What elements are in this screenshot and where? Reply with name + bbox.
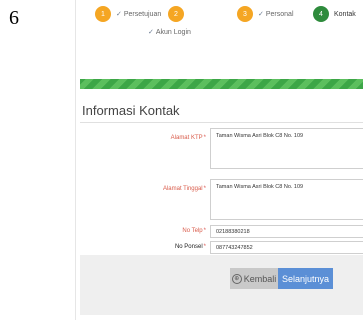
- check-icon: ✓: [116, 11, 122, 18]
- alamat-ktp-label: Alamat KTP*: [170, 135, 206, 141]
- check-icon: ✓: [148, 29, 154, 36]
- progress-bar: [80, 79, 363, 89]
- step-number-1: 1: [95, 6, 111, 22]
- page-number: 6: [9, 7, 19, 29]
- back-button-label: Kembali: [243, 273, 277, 284]
- step-label-akun-login: Akun Login: [155, 29, 191, 36]
- no-ponsel-label: No Ponsel*: [174, 244, 206, 250]
- registration-panel: 1 ✓ Persetujuan 2 ✓ Akun Login 3 ✓ Personal…: [75, 0, 363, 320]
- alamat-tinggal-label: Alamat Tinggal*: [162, 186, 206, 192]
- section-title: Informasi Kontak: [82, 103, 180, 118]
- form-footer: ⊕ Kembali Selanjutnya: [80, 255, 363, 315]
- step-label-persetujuan: Persetujuan: [123, 11, 162, 18]
- wizard-step-personal[interactable]: 3 ✓ Personal: [237, 6, 294, 22]
- wizard-steps: 1 ✓ Persetujuan 2 ✓ Akun Login 3 ✓ Personal…: [76, 0, 363, 44]
- no-telp-field[interactable]: 02188380218: [210, 225, 363, 238]
- no-telp-label: No Telp*: [182, 228, 206, 234]
- check-icon: ✓: [258, 11, 264, 18]
- step-number-4: 4: [313, 6, 329, 22]
- alamat-ktp-field[interactable]: Taman Wisma Asri Blok C8 No. 109: [210, 128, 363, 169]
- step-label-kontak: Kontak: [334, 10, 356, 18]
- back-icon: ⊕: [231, 273, 242, 284]
- alamat-tinggal-field[interactable]: Taman Wisma Asri Blok C8 No. 109: [210, 179, 363, 220]
- step-label-personal: Personal: [265, 11, 294, 18]
- no-ponsel-field[interactable]: 087743247852: [210, 241, 363, 254]
- step-number-3: 3: [237, 6, 253, 22]
- back-button[interactable]: ⊕ Kembali: [230, 268, 278, 289]
- next-button[interactable]: Selanjutnya: [278, 268, 333, 289]
- step-label-akun-login-wrap: ✓ Akun Login: [148, 28, 191, 36]
- section-divider: [80, 122, 363, 123]
- wizard-step-persetujuan[interactable]: 1 ✓ Persetujuan: [95, 6, 161, 22]
- wizard-step-kontak[interactable]: 4 Kontak: [313, 6, 356, 22]
- wizard-step-akun-login[interactable]: 2: [168, 6, 184, 22]
- step-number-2: 2: [168, 6, 184, 22]
